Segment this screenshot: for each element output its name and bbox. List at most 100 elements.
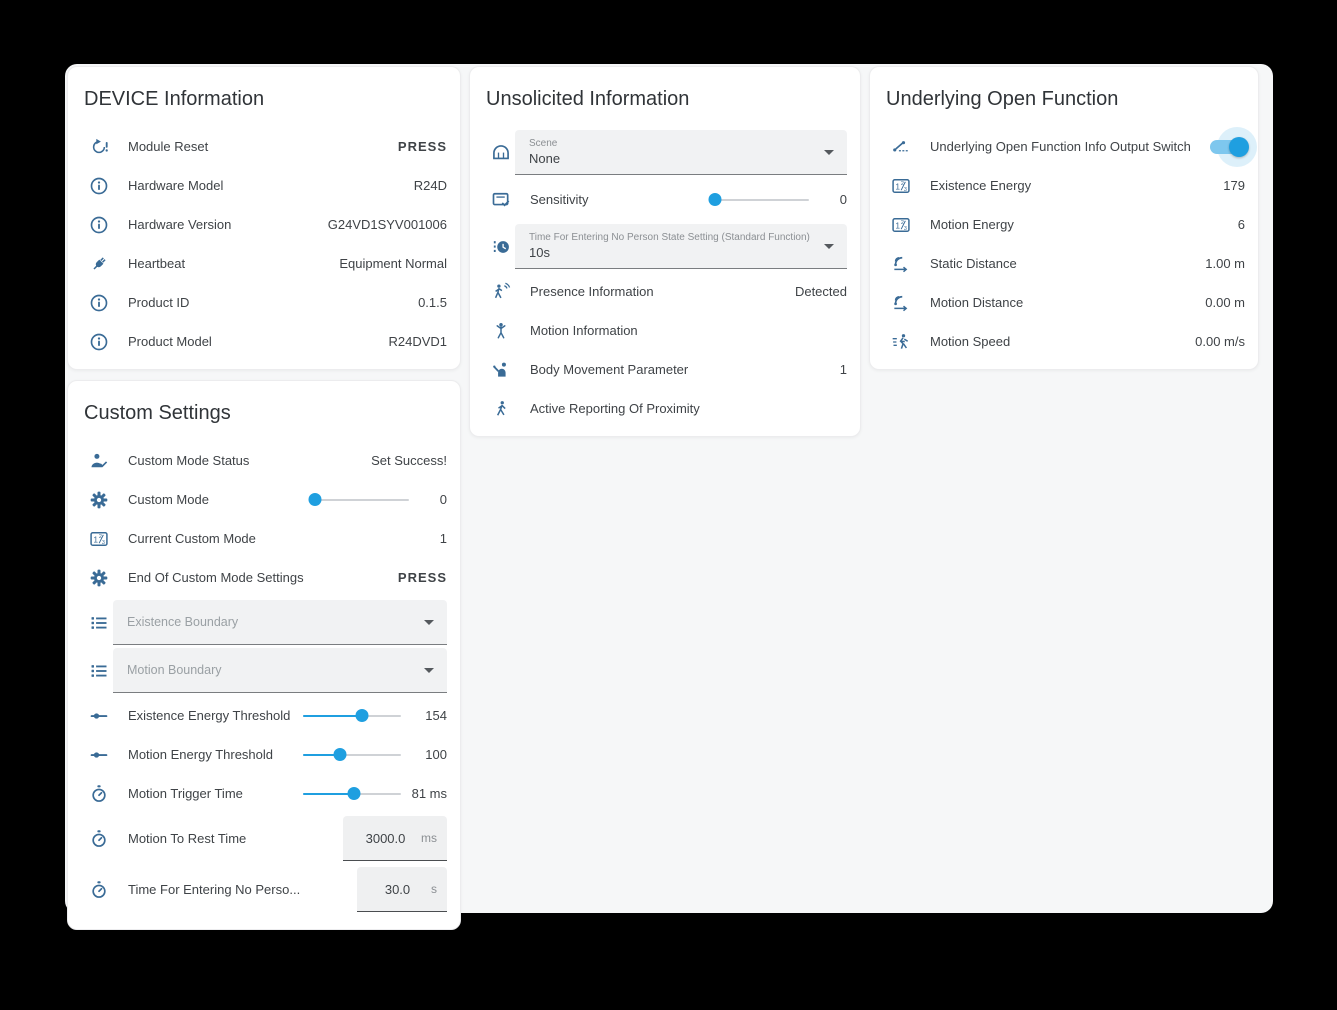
plug-icon [89, 254, 109, 274]
slider-fill [303, 715, 362, 718]
no-person-state-select[interactable]: Time For Entering No Person State Settin… [515, 224, 847, 269]
slider-thumb[interactable] [708, 193, 721, 206]
row-static-distance: Static Distance 1.00 m [870, 244, 1258, 283]
slider-adjust-icon [89, 706, 109, 726]
scene-select[interactable]: Scene None [515, 130, 847, 175]
select-placeholder: Existence Boundary [127, 614, 413, 630]
custom-mode-slider[interactable] [311, 492, 409, 507]
row-output-switch: Underlying Open Function Info Output Swi… [870, 127, 1258, 166]
row-motion-energy-threshold: Motion Energy Threshold 100 [68, 735, 460, 774]
row-value: 1 [440, 531, 447, 546]
timer-icon [89, 880, 109, 900]
slider-value: 0 [413, 492, 447, 507]
existence-boundary-select[interactable]: Existence Boundary [113, 600, 447, 645]
row-sensitivity: Sensitivity 0 [470, 178, 860, 221]
row-label: Static Distance [930, 256, 1205, 272]
row-label: Motion Information [530, 323, 847, 339]
chevron-down-icon [424, 668, 434, 673]
svg-text:3: 3 [102, 539, 105, 545]
motion-boundary-select[interactable]: Motion Boundary [113, 648, 447, 693]
row-label: Motion Distance [930, 295, 1205, 311]
info-icon [89, 176, 109, 196]
switch-lever-icon [891, 137, 911, 157]
row-end-of-custom-mode: End Of Custom Mode Settings PRESS [68, 558, 460, 597]
unsolicited-card-title: Unsolicited Information [470, 67, 860, 127]
slider-value: 81 ms [405, 786, 447, 801]
row-value: 1.00 m [1205, 256, 1245, 271]
info-icon [89, 215, 109, 235]
output-switch-toggle[interactable] [1209, 137, 1247, 157]
slider-track [711, 199, 809, 202]
slider-thumb[interactable] [334, 748, 347, 761]
svg-text:1: 1 [93, 534, 98, 544]
slider-thumb[interactable] [308, 493, 321, 506]
toggle-thumb[interactable] [1229, 137, 1249, 157]
row-existence-energy-threshold: Existence Energy Threshold 154 [68, 696, 460, 735]
svg-text:3: 3 [904, 225, 907, 231]
row-label: Hardware Version [128, 217, 328, 233]
existence-energy-threshold-slider[interactable] [303, 708, 401, 723]
row-no-person-time-setting: Time For Entering No Person State Settin… [470, 224, 860, 269]
row-label: Body Movement Parameter [530, 362, 840, 378]
row-label: Sensitivity [530, 192, 711, 208]
row-value: 0.1.5 [418, 295, 447, 310]
row-label: Custom Mode [128, 492, 311, 508]
motion-trigger-time-slider[interactable] [303, 786, 401, 801]
motion-to-rest-time-input[interactable] [353, 831, 418, 846]
end-custom-mode-press-button[interactable]: PRESS [398, 570, 447, 585]
no-person-time-input-box[interactable]: s [357, 867, 447, 912]
gear-icon [89, 490, 109, 510]
row-presence-information: Presence Information Detected [470, 272, 860, 311]
row-label: Product Model [128, 334, 388, 350]
row-motion-boundary: Motion Boundary [68, 648, 460, 693]
row-label: Motion To Rest Time [128, 831, 343, 847]
motion-to-rest-time-input-box[interactable]: ms [343, 816, 447, 861]
module-reset-press-button[interactable]: PRESS [398, 139, 447, 154]
chevron-down-icon [824, 244, 834, 249]
row-value: R24D [414, 178, 447, 193]
custom-settings-card: Custom Settings Custom Mode Status Set S… [67, 380, 461, 930]
scene-dome-icon [491, 143, 511, 163]
body-movement-icon [491, 360, 511, 380]
row-value: 6 [1238, 217, 1245, 232]
row-label: Motion Speed [930, 334, 1195, 350]
motion-energy-threshold-slider[interactable] [303, 747, 401, 762]
row-motion-energy: 123 Motion Energy 6 [870, 205, 1258, 244]
row-hardware-model: Hardware Model R24D [68, 166, 460, 205]
svg-text:3: 3 [904, 186, 907, 192]
slider-value: 154 [405, 708, 447, 723]
row-label: Hardware Model [128, 178, 414, 194]
numbers-icon: 123 [891, 215, 911, 235]
svg-text:1: 1 [895, 181, 900, 191]
slider-thumb[interactable] [355, 709, 368, 722]
unsolicited-info-card: Unsolicited Information Scene None [469, 66, 861, 437]
row-product-id: Product ID 0.1.5 [68, 283, 460, 322]
slider-value: 0 [813, 192, 847, 207]
row-label: Motion Energy [930, 217, 1238, 233]
row-module-reset: Module Reset PRESS [68, 127, 460, 166]
row-label: Existence Energy [930, 178, 1223, 194]
row-custom-mode-status: Custom Mode Status Set Success! [68, 441, 460, 480]
row-motion-speed: Motion Speed 0.00 m/s [870, 322, 1258, 361]
row-value: Set Success! [371, 453, 447, 468]
row-motion-trigger-time: Motion Trigger Time 81 ms [68, 774, 460, 813]
no-person-time-input[interactable] [367, 882, 428, 897]
select-value: None [529, 150, 813, 167]
row-label: Time For Entering No Perso... [128, 882, 357, 898]
row-label: Existence Energy Threshold [128, 708, 303, 724]
row-motion-information: Motion Information [470, 311, 860, 350]
row-heartbeat: Heartbeat Equipment Normal [68, 244, 460, 283]
gear-icon [89, 568, 109, 588]
row-value: 179 [1223, 178, 1245, 193]
sensitivity-slider[interactable] [711, 192, 809, 207]
row-motion-to-rest-time: Motion To Rest Time ms [68, 813, 460, 864]
row-existence-energy: 123 Existence Energy 179 [870, 166, 1258, 205]
row-value: 0.00 m [1205, 295, 1245, 310]
unit-label: ms [421, 831, 437, 845]
slider-thumb[interactable] [347, 787, 360, 800]
walking-person-icon [491, 399, 511, 419]
list-icon [89, 661, 109, 681]
row-label: Current Custom Mode [128, 531, 440, 547]
row-scene: Scene None [470, 130, 860, 175]
list-icon [89, 613, 109, 633]
